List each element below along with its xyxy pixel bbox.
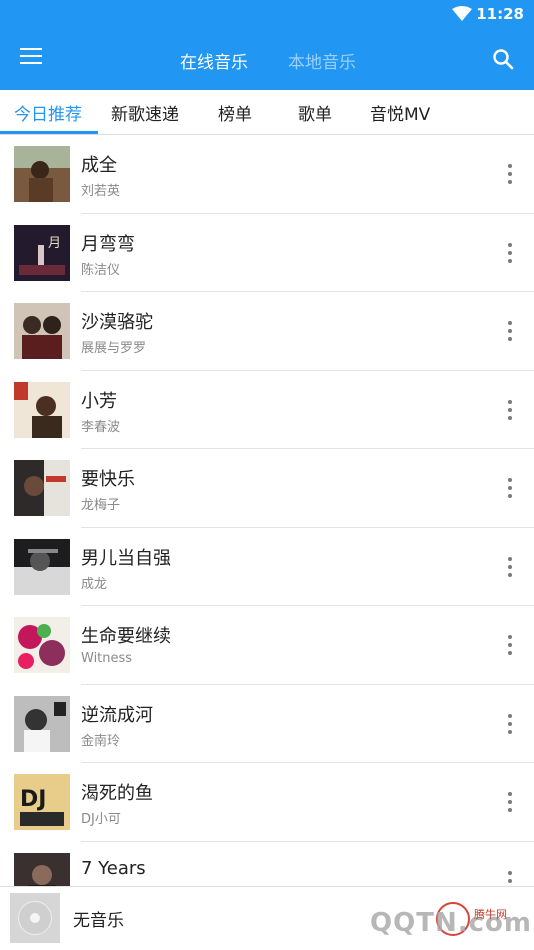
song-title: 渴死的鱼: [81, 783, 153, 804]
tab-online-music[interactable]: 在线音乐: [180, 48, 248, 73]
song-row[interactable]: 逆流成河 金南玲: [0, 685, 534, 763]
song-artist: 刘若英: [81, 184, 121, 199]
song-row[interactable]: 男儿当自强 成龙: [0, 528, 534, 606]
song-row[interactable]: 成全 刘若英: [0, 135, 534, 214]
song-title: 要快乐: [81, 469, 135, 490]
song-artist: 金南玲: [81, 733, 121, 749]
song-title: 男儿当自强: [81, 547, 171, 569]
more-options-icon[interactable]: [508, 556, 512, 577]
status-bar: 11:28: [0, 0, 534, 28]
album-cover: [14, 303, 70, 359]
more-options-icon[interactable]: [508, 713, 512, 734]
song-artist: 成龙: [81, 576, 108, 592]
more-options-icon[interactable]: [508, 164, 512, 184]
more-options-icon[interactable]: [508, 399, 512, 420]
more-options-icon[interactable]: [508, 635, 512, 655]
menu-icon[interactable]: [20, 48, 42, 66]
album-cover: [14, 146, 70, 202]
active-tab-indicator: [0, 131, 98, 134]
song-title: 生命要继续: [81, 626, 171, 647]
sub-tab-bar: 今日推荐 新歌速递 榜单 歌单 音悦MV: [0, 90, 534, 135]
more-options-icon[interactable]: [508, 321, 512, 341]
album-cover: 月: [14, 224, 70, 281]
song-row[interactable]: 小芳 李春波: [0, 371, 534, 449]
mini-player[interactable]: 无音乐: [0, 886, 534, 950]
album-cover: [14, 381, 70, 438]
album-cover: DJ: [14, 774, 70, 830]
song-artist: 展展与罗罗: [81, 341, 147, 356]
more-options-icon[interactable]: [508, 792, 512, 812]
song-artist: 龙梅子: [81, 498, 121, 513]
search-icon[interactable]: [492, 48, 514, 70]
song-artist: 李春波: [81, 419, 121, 435]
song-row[interactable]: 沙漠骆驼 展展与罗罗: [0, 292, 534, 371]
play-pause-button[interactable]: [436, 902, 470, 936]
album-cover: [14, 460, 70, 516]
app-bar: 在线音乐 本地音乐: [0, 28, 534, 90]
svg-text:月: 月: [48, 236, 61, 251]
song-artist: 陈洁仪: [81, 262, 121, 278]
album-cover: [14, 538, 70, 595]
song-title: 月弯弯: [81, 233, 135, 255]
album-art-placeholder: [10, 893, 60, 943]
svg-text:DJ: DJ: [20, 787, 46, 812]
song-row[interactable]: DJ 渴死的鱼 DJ小可: [0, 763, 534, 842]
more-options-icon[interactable]: [508, 478, 512, 498]
more-options-icon[interactable]: [508, 242, 512, 263]
tab-new-songs[interactable]: 新歌速递: [111, 100, 179, 125]
album-cover: [14, 617, 70, 673]
status-time: 11:28: [476, 5, 524, 23]
song-title: 小芳: [81, 390, 117, 412]
song-row[interactable]: 要快乐 龙梅子: [0, 449, 534, 528]
song-artist: DJ小可: [81, 812, 121, 827]
song-title: 沙漠骆驼: [81, 312, 153, 333]
song-title: 逆流成河: [81, 704, 153, 726]
song-artist: Witness: [81, 651, 133, 666]
song-title: 7 Years: [81, 857, 146, 879]
tab-playlists[interactable]: 歌单: [298, 100, 332, 125]
tab-local-music[interactable]: 本地音乐: [288, 48, 356, 73]
album-cover: [14, 695, 70, 752]
wifi-icon: [452, 6, 472, 21]
song-row[interactable]: 生命要继续 Witness: [0, 606, 534, 685]
tab-today-recommend[interactable]: 今日推荐: [14, 100, 82, 125]
song-list[interactable]: 成全 刘若英 月 月弯弯 陈洁仪 沙漠骆驼 展展与罗罗 小芳 李春波 要快乐 龙…: [0, 135, 534, 886]
song-row[interactable]: 月 月弯弯 陈洁仪: [0, 214, 534, 292]
song-title: 成全: [81, 155, 117, 176]
album-cover: [14, 852, 70, 886]
tab-mv[interactable]: 音悦MV: [370, 100, 430, 125]
tab-charts[interactable]: 榜单: [218, 100, 252, 125]
now-playing-title: 无音乐: [73, 911, 124, 931]
song-row[interactable]: 7 Years: [0, 842, 534, 887]
more-options-icon[interactable]: [508, 870, 512, 887]
